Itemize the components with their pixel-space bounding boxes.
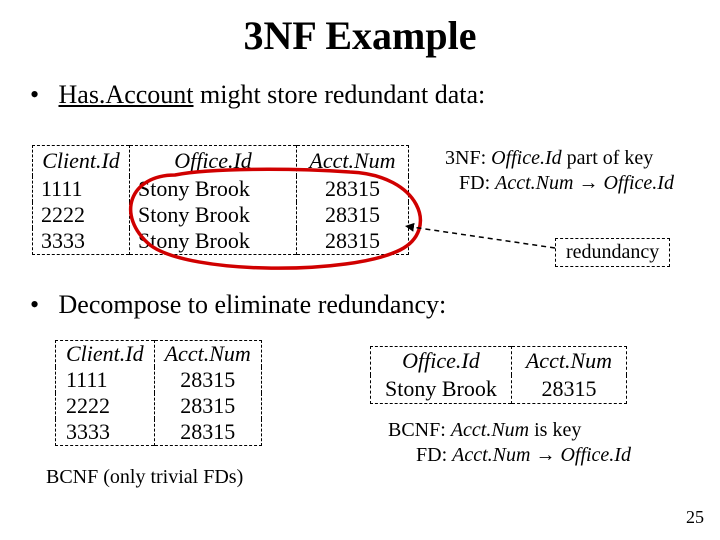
col-clientid: Client.Id (56, 341, 155, 368)
bcnf-note-right: BCNF: Acct.Num is key FD: Acct.Num → Off… (388, 418, 631, 468)
bullet-dot-icon: • (30, 290, 52, 320)
bcnf-note-line1: BCNF: Acct.Num is key (388, 418, 631, 443)
table-row: 2222 28315 (56, 393, 262, 419)
bcnf-caption-left: BCNF (only trivial FDs) (46, 466, 243, 489)
redundancy-arrow-icon (400, 218, 560, 258)
col-officeid: Office.Id (130, 146, 297, 177)
redundancy-label: redundancy (555, 238, 670, 267)
table-row: 2222 Stony Brook 28315 (33, 202, 409, 228)
table-row: 3333 28315 (56, 419, 262, 446)
col-officeid: Office.Id (371, 347, 512, 376)
bullet-dot-icon: • (30, 80, 52, 110)
table-row: Stony Brook 28315 (371, 375, 627, 404)
slide: 3NF Example • Has.Account might store re… (0, 0, 720, 540)
note-3nf-line2: FD: Acct.Num → Office.Id (445, 171, 674, 196)
table-header-row: Office.Id Acct.Num (371, 347, 627, 376)
table-row: 1111 Stony Brook 28315 (33, 176, 409, 202)
arrow-icon: → (578, 172, 598, 194)
bullet-1-text: might store redundant data: (194, 80, 486, 109)
slide-title: 3NF Example (0, 12, 720, 59)
table-header-row: Client.Id Office.Id Acct.Num (33, 146, 409, 177)
bullet-2-text: Decompose to eliminate redundancy: (59, 290, 447, 319)
col-clientid: Client.Id (33, 146, 130, 177)
table-row: 3333 Stony Brook 28315 (33, 228, 409, 255)
table-row: 1111 28315 (56, 367, 262, 393)
col-acctnum: Acct.Num (154, 341, 261, 368)
arrow-icon: → (535, 444, 555, 466)
bullet-2: • Decompose to eliminate redundancy: (30, 290, 446, 320)
bullet-1: • Has.Account might store redundant data… (30, 80, 485, 110)
top-table: Client.Id Office.Id Acct.Num 1111 Stony … (32, 145, 409, 255)
schema-name: Has.Account (59, 80, 194, 109)
col-acctnum: Acct.Num (297, 146, 409, 177)
bcnf-note-line2: FD: Acct.Num → Office.Id (388, 443, 631, 468)
table-header-row: Client.Id Acct.Num (56, 341, 262, 368)
page-number: 25 (686, 507, 704, 528)
bottom-right-table: Office.Id Acct.Num Stony Brook 28315 (370, 346, 627, 404)
col-acctnum: Acct.Num (511, 347, 626, 376)
bottom-left-table: Client.Id Acct.Num 1111 28315 2222 28315… (55, 340, 262, 446)
note-3nf-line1: 3NF: Office.Id part of key (445, 146, 674, 171)
note-3nf: 3NF: Office.Id part of key FD: Acct.Num … (445, 146, 674, 196)
